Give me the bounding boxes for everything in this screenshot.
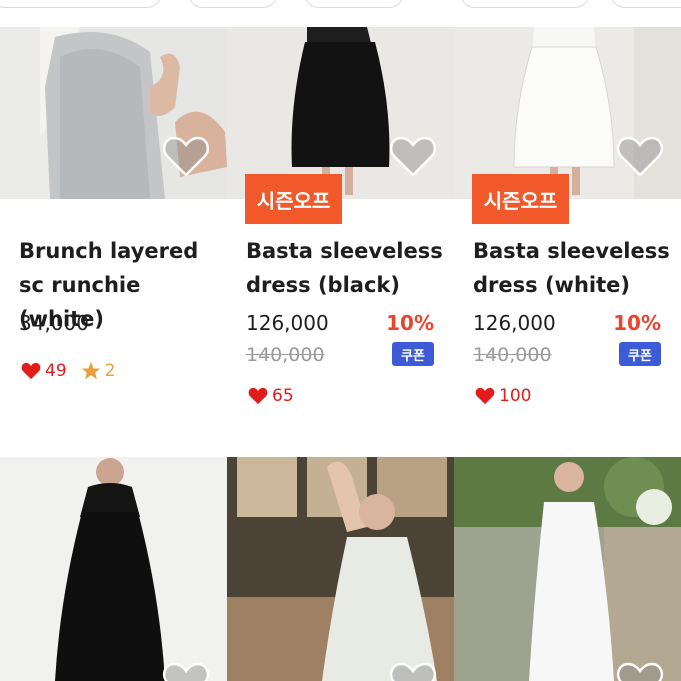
product-stats: 100 [475,386,531,406]
wishlist-heart-icon[interactable] [389,661,437,681]
product-card[interactable] [0,457,227,681]
product-stats: 65 [248,386,294,406]
wishlist-heart-icon[interactable] [389,135,437,179]
wishlist-heart-icon[interactable] [616,135,664,179]
original-price: 140,000 [473,344,552,366]
rating-count: 2 [81,361,116,381]
filter-chip[interactable] [610,0,681,8]
product-image[interactable] [0,457,227,681]
product-price: 34,000 [19,311,89,335]
filter-chip[interactable] [188,0,278,8]
filter-chip-bar [0,0,681,27]
like-count-value: 65 [272,386,294,406]
heart-icon [475,387,495,405]
star-icon [81,361,100,380]
wishlist-heart-icon[interactable] [162,135,210,179]
filter-chip[interactable] [0,0,162,8]
discount-rate: 10% [386,311,434,335]
product-title[interactable]: Basta sleeveless dress (white) [473,234,678,302]
product-card[interactable] [454,457,681,681]
product-card[interactable]: 시즌오프 Basta sleeveless dress (white) 126,… [454,27,681,457]
product-price: 126,000 [473,311,556,335]
heart-icon [248,387,268,405]
product-image[interactable] [454,457,681,681]
rating-count-value: 2 [104,361,116,381]
product-card[interactable] [227,457,454,681]
product-price: 126,000 [246,311,329,335]
product-card[interactable]: 시즌오프 Basta sleeveless dress (black) 126,… [227,27,454,457]
like-count-value: 49 [45,361,67,381]
product-title[interactable]: Basta sleeveless dress (black) [246,234,451,302]
filter-chip[interactable] [304,0,404,8]
coupon-badge: 쿠폰 [619,342,661,366]
like-count: 49 [21,361,67,381]
wishlist-heart-icon[interactable] [616,661,664,681]
wishlist-heart-icon[interactable] [162,661,210,681]
original-price: 140,000 [246,344,325,366]
season-off-badge: 시즌오프 [472,174,569,224]
product-stats: 49 2 [21,361,115,381]
heart-icon [21,362,41,380]
filter-chip[interactable] [460,0,590,8]
product-image[interactable] [227,457,454,681]
product-card[interactable]: Brunch layered sc runchie (white) 34,000… [0,27,227,457]
coupon-badge: 쿠폰 [392,342,434,366]
discount-rate: 10% [613,311,661,335]
product-image[interactable] [0,27,227,199]
season-off-badge: 시즌오프 [245,174,342,224]
like-count: 100 [475,386,531,406]
like-count-value: 100 [499,386,532,406]
like-count: 65 [248,386,294,406]
